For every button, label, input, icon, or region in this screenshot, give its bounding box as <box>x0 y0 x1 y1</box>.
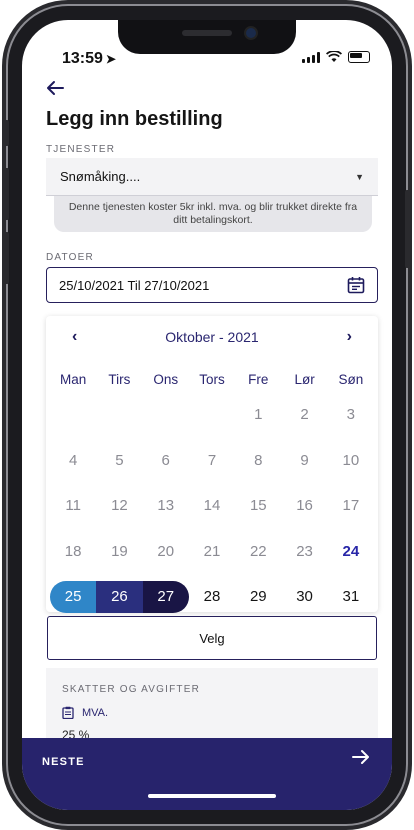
weekday-header: Fre <box>248 371 269 387</box>
calendar-day[interactable]: 16 <box>281 483 327 529</box>
location-icon: ➤ <box>105 52 116 66</box>
calendar-day[interactable]: 6 <box>143 438 189 484</box>
home-indicator <box>148 794 276 798</box>
service-price-note: Denne tjenesten koster 5kr inkl. mva. og… <box>54 196 372 232</box>
tax-section: SKATTER OG AVGIFTER MVA. 25 % <box>46 668 378 748</box>
calendar-day[interactable]: 21 <box>189 529 235 575</box>
calendar-day[interactable]: 20 <box>143 529 189 575</box>
phone-volume-down <box>4 232 9 284</box>
calendar-month-title: Oktober - 2021 <box>165 329 259 345</box>
calendar-day[interactable]: 14 <box>189 483 235 529</box>
calendar-day[interactable]: 25 <box>50 580 97 613</box>
clipboard-icon <box>62 706 74 719</box>
calendar-day[interactable]: 18 <box>50 529 96 575</box>
empty-day-cell <box>96 392 142 438</box>
weekday-header: Man <box>60 371 87 387</box>
empty-day-cell <box>189 392 235 438</box>
calendar-icon[interactable] <box>347 276 365 294</box>
weekday-header: Søn <box>338 371 364 387</box>
front-camera <box>246 28 256 38</box>
weekday-header: Tirs <box>108 371 131 387</box>
calendar-day[interactable]: 30 <box>281 574 327 620</box>
back-button[interactable] <box>46 76 64 102</box>
weekday-header: Lør <box>294 371 315 387</box>
calendar-day[interactable]: 31 <box>328 574 374 620</box>
battery-icon <box>348 51 370 63</box>
weekday-header: Tors <box>199 371 225 387</box>
services-label: TJENESTER <box>46 144 116 155</box>
calendar-day[interactable]: 28 <box>189 574 235 620</box>
arrow-right-icon <box>352 750 369 764</box>
app-screen: 13:59 ➤ Legg inn bestilling TJENESTER Snø… <box>22 20 392 810</box>
signal-icon <box>302 51 320 63</box>
calendar-day[interactable]: 23 <box>281 529 327 575</box>
calendar-day[interactable]: 29 <box>235 574 281 620</box>
prev-month-button[interactable]: ‹ <box>72 328 77 346</box>
calendar-day[interactable]: 10 <box>328 438 374 484</box>
tax-item: MVA. <box>62 706 108 719</box>
tax-item-label: MVA. <box>82 706 109 719</box>
phone-mute-switch <box>4 120 9 146</box>
status-time: 13:59 ➤ <box>62 50 116 68</box>
calendar-header: ‹ Oktober - 2021 › <box>46 328 378 346</box>
calendar-day[interactable]: 12 <box>96 483 142 529</box>
calendar-day[interactable]: 4 <box>50 438 96 484</box>
calendar-day[interactable]: 5 <box>96 438 142 484</box>
caret-down-icon: ▼ <box>355 171 364 182</box>
status-time-text: 13:59 <box>62 50 103 67</box>
date-range-field[interactable]: 25/10/2021 Til 27/10/2021 <box>46 267 378 303</box>
next-button[interactable] <box>352 748 370 771</box>
calendar-day[interactable]: 13 <box>143 483 189 529</box>
calendar-day[interactable]: 15 <box>235 483 281 529</box>
phone-volume-up <box>4 168 9 220</box>
calendar-popup: ‹ Oktober - 2021 › Man Tirs Ons Tors Fre Lør S… <box>46 316 378 613</box>
tax-label: SKATTER OG AVGIFTER <box>62 684 201 695</box>
next-label: NESTE <box>42 756 85 768</box>
date-range-value: 25/10/2021 Til 27/10/2021 <box>59 277 210 293</box>
page-title: Legg inn bestilling <box>46 108 223 130</box>
calendar-day[interactable]: 24 <box>328 529 374 575</box>
weekday-header: Ons <box>153 371 179 387</box>
calendar-grid: Man Tirs Ons Tors Fre Lør Søn 1 2 3 4 5 6 7 8 9 10 11 12 13… <box>50 366 374 620</box>
calendar-day[interactable]: 19 <box>96 529 142 575</box>
calendar-day[interactable]: 2 <box>281 392 327 438</box>
calendar-day[interactable]: 3 <box>328 392 374 438</box>
service-select[interactable]: Snømåking.... ▼ <box>46 158 378 196</box>
phone-power-button <box>405 190 410 268</box>
empty-day-cell <box>50 392 96 438</box>
calendar-day[interactable]: 26 <box>96 580 143 613</box>
calendar-day[interactable]: 9 <box>281 438 327 484</box>
calendar-day[interactable]: 17 <box>328 483 374 529</box>
dates-label: DATOER <box>46 252 94 263</box>
next-bar[interactable]: NESTE <box>22 738 392 810</box>
notch <box>118 20 296 54</box>
calendar-day[interactable]: 22 <box>235 529 281 575</box>
status-icons <box>302 51 370 63</box>
speaker <box>182 30 232 36</box>
empty-day-cell <box>143 392 189 438</box>
wifi-icon <box>326 51 342 62</box>
select-dates-button[interactable]: Velg <box>47 616 377 660</box>
calendar-day[interactable]: 7 <box>189 438 235 484</box>
calendar-day[interactable]: 1 <box>235 392 281 438</box>
calendar-day[interactable]: 11 <box>50 483 96 529</box>
calendar-day[interactable]: 27 <box>142 580 189 613</box>
arrow-left-icon <box>47 81 64 95</box>
calendar-day[interactable]: 8 <box>235 438 281 484</box>
next-month-button[interactable]: › <box>347 328 352 346</box>
service-select-value: Snømåking.... <box>60 169 141 184</box>
